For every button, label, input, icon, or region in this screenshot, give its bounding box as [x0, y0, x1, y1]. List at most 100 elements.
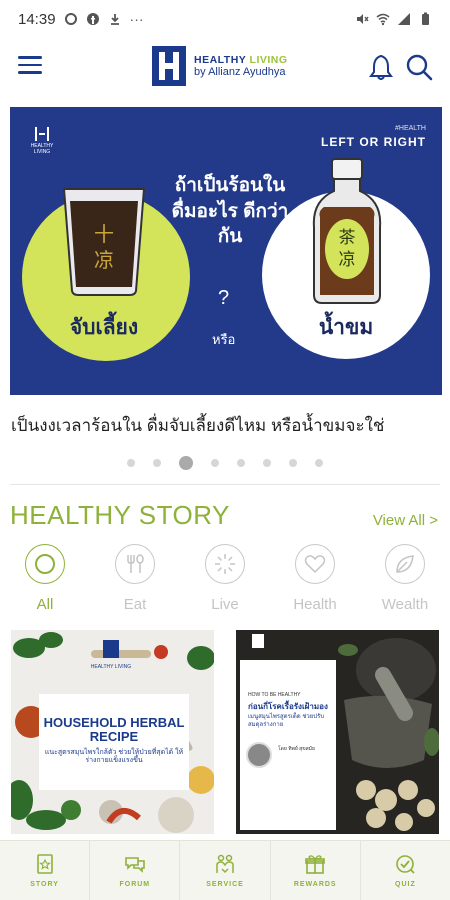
tab-health-circle: [295, 544, 335, 584]
hamburger-icon-line: [18, 71, 42, 74]
nav-label: SERVICE: [206, 881, 244, 888]
right-choice-label: น้ำขม: [318, 316, 374, 339]
author-avatar: [246, 742, 272, 768]
hero-banner[interactable]: HEALTHY LIVING #HEALTH LEFT OR RIGHT 十 凉…: [10, 107, 442, 395]
logo-subtitle: by Allianz Ayudhya: [194, 65, 286, 78]
hamburger-icon-line: [18, 63, 42, 66]
all-icon: [35, 554, 55, 574]
carousel-dot-active[interactable]: [179, 456, 193, 470]
hero-or: หรือ: [212, 332, 236, 347]
nav-service[interactable]: SERVICE: [180, 841, 271, 900]
app-logo: HEALTHY LIVING by Allianz Ayudhya: [152, 46, 288, 86]
bottle-char-1: 茶: [339, 228, 356, 248]
tab-label: Live: [211, 596, 239, 613]
card-eyebrow: HOW TO BE HEALTHY: [248, 692, 301, 698]
tab-label: Health: [293, 596, 337, 613]
hero-question: ถ้าเป็นร้อนใน ดื่มอะไร ดีกว่ากัน: [171, 175, 289, 248]
status-time: 14:39: [18, 10, 56, 28]
circle-notification-icon: [64, 13, 77, 25]
carousel-dot[interactable]: [263, 459, 271, 467]
card-logo-icon: [103, 640, 119, 658]
carousel-indicator: [0, 456, 450, 470]
tab-all[interactable]: All: [0, 544, 90, 616]
story-card[interactable]: HEALTHY LIVING HOUSEHOLD HERBAL RECIPE แ…: [11, 630, 214, 834]
card-subtitle: เมนูสมุนไพรสูตรเด็ด ช่วยปรับสมดุลร่างกาย: [248, 714, 325, 728]
search-icon[interactable]: [404, 52, 434, 82]
carousel-dot[interactable]: [237, 459, 245, 467]
heart-icon: [304, 555, 326, 574]
battery-icon: [422, 12, 429, 25]
section-divider: [10, 484, 440, 485]
bell-icon[interactable]: [366, 52, 396, 82]
nav-label: QUIZ: [395, 881, 416, 888]
herbal-bottle-icon: 茶 凉: [312, 158, 382, 304]
card-eyebrow: HEALTHY LIVING: [90, 664, 132, 670]
card-text-panel: HOUSEHOLD HERBAL RECIPE แนะสูตรสมุนไพรใก…: [39, 694, 189, 790]
mute-icon: [357, 14, 369, 24]
tab-eat[interactable]: Eat: [90, 544, 180, 616]
leaf-icon: [396, 555, 414, 573]
logo-word-healthy: HEALTHY: [194, 53, 247, 66]
tab-label: Eat: [123, 596, 147, 613]
glass-char-2: 凉: [94, 248, 114, 272]
view-all-link[interactable]: View All >: [373, 512, 438, 529]
carousel-dot[interactable]: [127, 459, 135, 467]
tab-live[interactable]: Live: [180, 544, 270, 616]
story-card[interactable]: HOW TO BE HEALTHY ก่อนกี่โรคเรื้อรังเฝ้า…: [236, 630, 439, 834]
story-icon: [36, 854, 53, 874]
card-author: โดย ทิพย์ สุขสมัย: [278, 746, 315, 752]
hero-brand-text: HEALTHY LIVING: [30, 143, 54, 155]
glass-char-1: 十: [94, 222, 114, 246]
tab-label: All: [36, 596, 54, 613]
hero-hashtag: #HEALTH: [395, 125, 426, 132]
carousel-dot[interactable]: [153, 459, 161, 467]
menu-button[interactable]: [18, 56, 42, 78]
nav-label: STORY: [30, 881, 59, 888]
quiz-icon: [396, 855, 416, 874]
card-title: HOUSEHOLD HERBAL RECIPE: [43, 715, 185, 745]
tab-health[interactable]: Health: [270, 544, 360, 616]
carousel-dot[interactable]: [211, 459, 219, 467]
tab-all-circle: [25, 544, 65, 584]
tab-label: Wealth: [381, 596, 429, 613]
hero-tagline: LEFT OR RIGHT: [321, 135, 426, 149]
fork-spoon-icon: [127, 554, 144, 573]
wifi-icon: [376, 13, 390, 26]
hero-brand: HEALTHY LIVING: [30, 127, 54, 155]
hero-caption[interactable]: เป็นงงเวลาร้อนใน ดื่มจับเลี้ยงดีไหม หรือ…: [11, 412, 441, 439]
nav-rewards[interactable]: REWARDS: [271, 841, 361, 900]
carousel-dot[interactable]: [315, 459, 323, 467]
herbal-drink-glass-icon: 十 凉: [62, 188, 146, 296]
service-icon: [216, 854, 234, 874]
card-logo-icon: [252, 634, 264, 648]
category-tabs: All Eat Live Health Wealth: [0, 544, 450, 616]
nav-forum[interactable]: FORUM: [90, 841, 181, 900]
sun-rays-icon: [215, 554, 235, 574]
nav-story[interactable]: STORY: [0, 841, 91, 900]
signal-icon: [398, 13, 410, 25]
more-notifications-icon: ···: [129, 11, 144, 27]
logo-h-icon: [152, 46, 186, 86]
status-bar: 14:39 ···: [0, 0, 450, 38]
tab-eat-circle: [115, 544, 155, 584]
carousel-dot[interactable]: [289, 459, 297, 467]
download-icon: [110, 14, 119, 25]
nav-quiz[interactable]: QUIZ: [361, 841, 450, 900]
tab-live-circle: [205, 544, 245, 584]
left-choice-label: จับเลี้ยง: [69, 316, 139, 339]
card-subtitle: แนะสูตรสมุนไพรใกล้ตัว ช่วยให้ป่วยที่สุดไ…: [44, 748, 184, 764]
nav-label: REWARDS: [293, 881, 337, 888]
logo-word-living: LIVING: [249, 53, 288, 66]
app-header: HEALTHY LIVING by Allianz Ayudhya: [0, 38, 450, 98]
section-title: HEALTHY STORY: [10, 500, 230, 530]
facebook-icon: [86, 13, 99, 25]
rewards-icon: [305, 855, 326, 874]
tab-wealth-circle: [385, 544, 425, 584]
tab-wealth[interactable]: Wealth: [360, 544, 450, 616]
bottle-char-2: 凉: [339, 250, 356, 270]
nav-label: FORUM: [119, 881, 151, 888]
app-screen: 14:39 ··· HEALTHY LIVING by Allianz Ayud…: [0, 0, 450, 900]
bottom-nav: STORY FORUM SERVICE REWARDS QUIZ: [0, 840, 450, 900]
hero-logo-icon: [35, 127, 49, 141]
card-title: ก่อนกี่โรคเรื้อรังเฝ้ามอง: [248, 702, 328, 711]
